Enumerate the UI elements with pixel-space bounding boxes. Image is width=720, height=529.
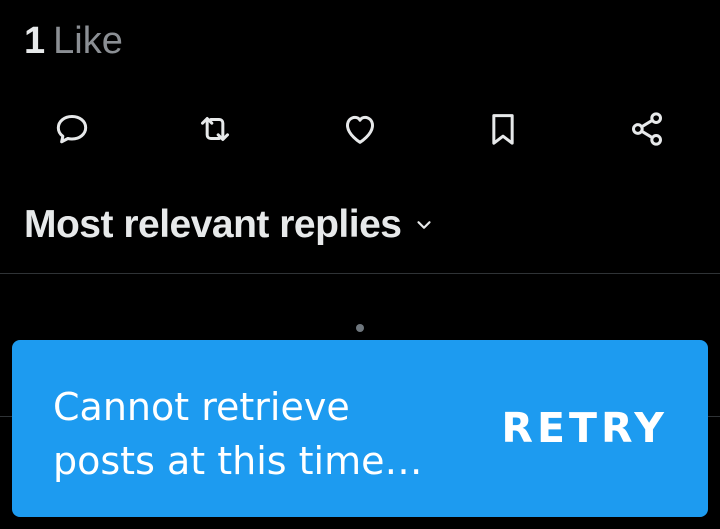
share-button[interactable] <box>625 107 669 151</box>
error-toast: Cannot retrieve posts at this time… RETR… <box>12 340 708 517</box>
bookmark-button[interactable] <box>481 107 525 151</box>
retry-button[interactable]: RETRY <box>501 404 668 452</box>
likes-summary[interactable]: 1 Like <box>24 18 123 64</box>
post-action-bar <box>0 107 720 151</box>
like-button[interactable] <box>338 107 382 151</box>
heart-icon <box>346 115 374 144</box>
sort-label: Most relevant replies <box>24 203 402 246</box>
chevron-down-icon <box>413 214 435 236</box>
bookmark-icon <box>492 114 514 145</box>
section-divider <box>0 273 720 274</box>
toast-message: Cannot retrieve posts at this time… <box>53 385 423 483</box>
likes-count: 1 <box>24 20 46 62</box>
reply-sort-selector[interactable]: Most relevant replies <box>24 200 435 250</box>
share-icon <box>632 112 662 146</box>
repost-icon <box>201 117 229 141</box>
likes-label: Like <box>53 20 123 62</box>
reply-button[interactable] <box>50 107 94 151</box>
reply-bubble-icon <box>56 115 88 144</box>
repost-button[interactable] <box>193 107 237 151</box>
loading-indicator <box>356 324 364 332</box>
